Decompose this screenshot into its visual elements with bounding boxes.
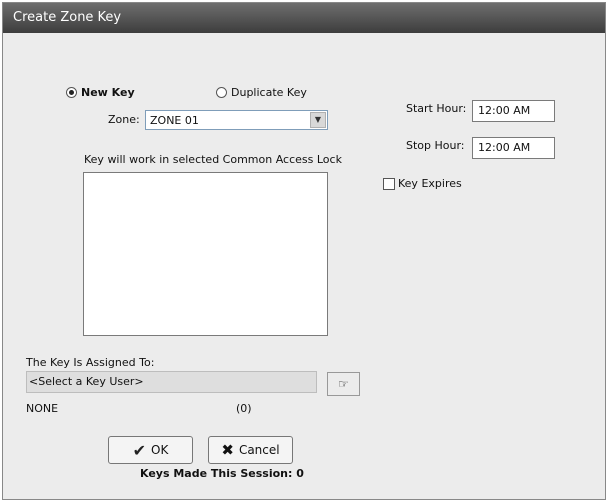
radio-unselected-indicator[interactable]: [216, 87, 227, 98]
stop-hour-input[interactable]: 12:00 AM: [472, 137, 555, 159]
cancel-label: Cancel: [238, 443, 280, 457]
common-access-lock-list[interactable]: [83, 172, 328, 336]
stop-hour-label: Stop Hour:: [406, 139, 465, 152]
pointing-hand-icon: ☞: [338, 377, 349, 391]
ok-label: OK: [151, 443, 169, 457]
start-hour-input[interactable]: 12:00 AM: [472, 100, 555, 122]
dialog-title: Create Zone Key: [13, 10, 122, 25]
radio-selected-indicator[interactable]: [66, 87, 77, 98]
checkmark-icon: ✔: [132, 440, 147, 460]
key-expires-checkbox[interactable]: [383, 177, 395, 190]
zone-select[interactable]: ZONE 01 ▼: [145, 110, 328, 130]
title-bar: Create Zone Key: [3, 3, 605, 33]
chevron-down-icon[interactable]: ▼: [310, 112, 326, 128]
assigned-to-label: The Key Is Assigned To:: [26, 356, 155, 369]
close-icon: ✖: [221, 441, 234, 459]
zone-value: ZONE 01: [150, 114, 199, 127]
key-expires-label: Key Expires: [398, 177, 462, 190]
assigned-user-id: (0): [236, 402, 252, 415]
ok-button[interactable]: ✔ OK: [108, 436, 193, 464]
radio-new-key[interactable]: New Key: [66, 86, 135, 99]
cancel-button[interactable]: ✖ Cancel: [208, 436, 293, 464]
key-expires-checkbox-row[interactable]: Key Expires: [383, 177, 462, 190]
session-status: Keys Made This Session: 0: [140, 467, 304, 480]
new-key-label: New Key: [81, 86, 135, 99]
start-hour-label: Start Hour:: [406, 102, 467, 115]
radio-duplicate-key[interactable]: Duplicate Key: [216, 86, 307, 99]
key-user-field[interactable]: <Select a Key User>: [26, 371, 317, 393]
duplicate-key-label: Duplicate Key: [231, 86, 307, 99]
select-user-button[interactable]: ☞: [327, 372, 360, 396]
assigned-user-name: NONE: [26, 402, 59, 415]
zone-label: Zone:: [108, 113, 140, 126]
lock-list-label: Key will work in selected Common Access …: [84, 153, 342, 166]
